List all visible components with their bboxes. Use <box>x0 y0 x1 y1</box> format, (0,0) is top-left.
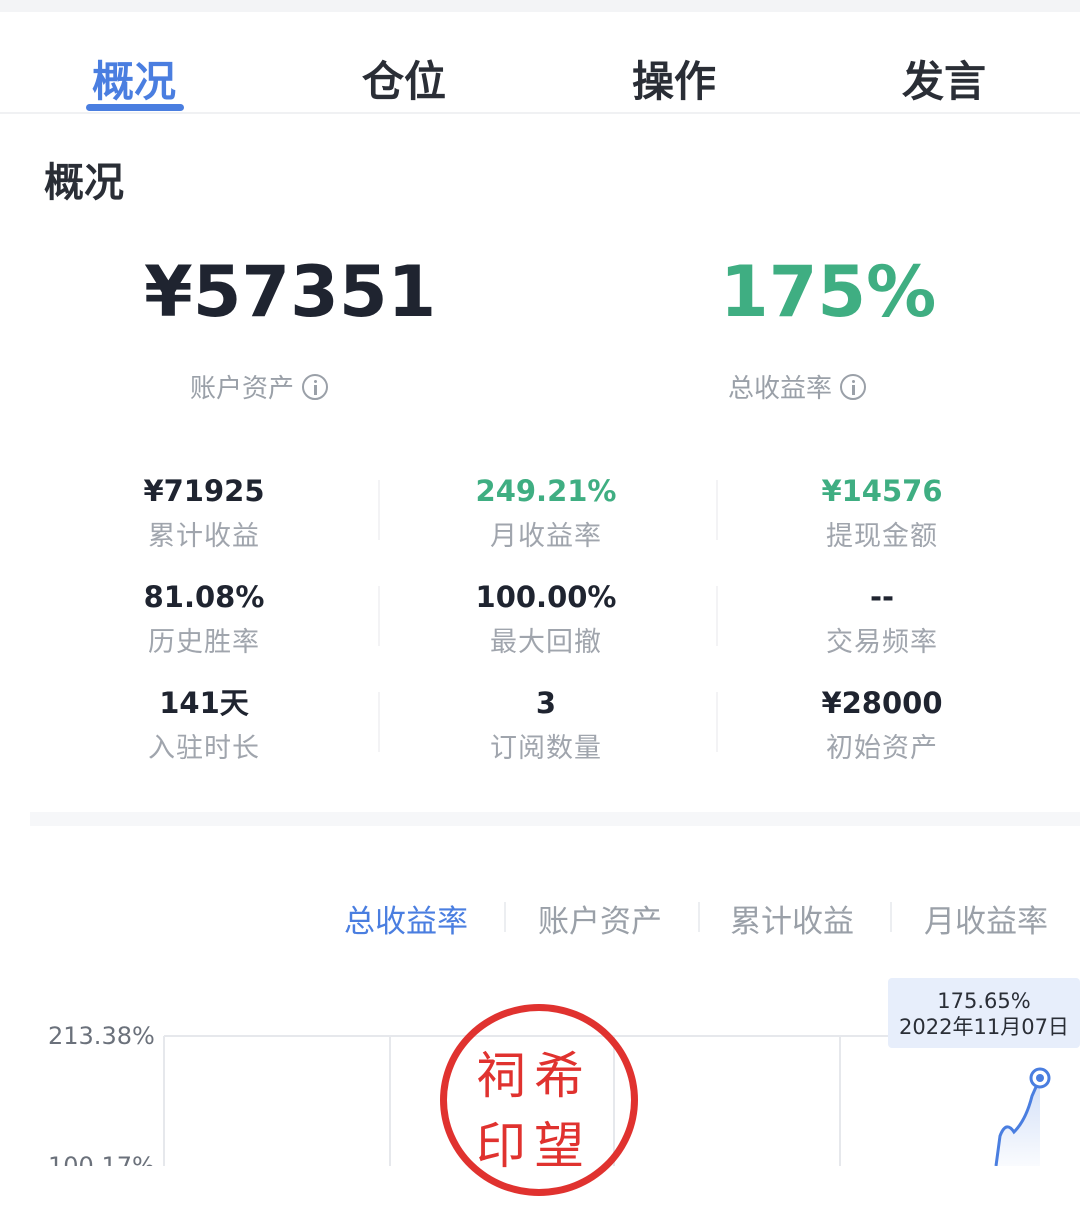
seal-text-bottom: 印望 <box>476 1117 592 1175</box>
stat-label: 交易频率 <box>826 627 938 658</box>
account-assets-label: 账户资产 <box>190 368 329 405</box>
top-tab-bar: 概况 仓位 操作 发言 <box>0 12 1080 114</box>
stat-label: 提现金额 <box>826 521 938 552</box>
status-strip <box>0 0 1080 12</box>
stat-value: 141天 <box>159 686 249 720</box>
stat-initial-assets: ¥28000 初始资产 <box>762 686 1002 765</box>
stat-value: 81.08% <box>143 580 265 614</box>
stat-value: 100.00% <box>475 580 617 614</box>
total-return-value: 175% <box>720 251 937 333</box>
tab-positions[interactable]: 仓位 <box>362 48 446 109</box>
total-return-label-text: 总收益率 <box>728 374 833 404</box>
tooltip-value: 175.65% <box>937 989 1031 1013</box>
stat-label: 入驻时长 <box>148 733 260 764</box>
divider <box>890 902 892 932</box>
stat-value: ¥14576 <box>821 474 943 508</box>
stat-withdrawal: ¥14576 提现金额 <box>762 474 1002 553</box>
seal-text-top: 祠希 <box>476 1047 592 1105</box>
y-tick-label: 100.17% <box>48 1152 155 1166</box>
tab-operations[interactable]: 操作 <box>632 48 716 109</box>
stat-tenure: 141天 入驻时长 <box>84 686 324 765</box>
chart-tab-total-return[interactable]: 总收益率 <box>344 896 468 941</box>
chart-tab-monthly-return[interactable]: 月收益率 <box>924 896 1048 941</box>
stat-trade-frequency: -- 交易频率 <box>762 580 1002 659</box>
divider <box>716 586 718 646</box>
stat-win-rate: 81.08% 历史胜率 <box>84 580 324 659</box>
data-point-center <box>1036 1074 1044 1082</box>
stat-value: 249.21% <box>475 474 617 508</box>
stat-value: -- <box>869 580 895 614</box>
y-tick-label: 213.38% <box>48 1022 155 1050</box>
divider <box>378 586 380 646</box>
divider <box>378 480 380 540</box>
stat-monthly-return: 249.21% 月收益率 <box>426 474 666 553</box>
section-separator <box>30 812 1080 826</box>
stat-value: ¥28000 <box>821 686 943 720</box>
chart-tooltip: 175.65% 2022年11月07日 <box>888 978 1080 1048</box>
stat-label: 最大回撤 <box>490 627 602 658</box>
divider <box>698 902 700 932</box>
account-assets-label-text: 账户资产 <box>190 374 295 404</box>
total-return-label: 总收益率 <box>728 368 867 405</box>
stat-label: 初始资产 <box>826 733 938 764</box>
account-assets-value: ¥57351 <box>144 251 437 333</box>
tab-overview[interactable]: 概况 <box>92 48 176 109</box>
section-title: 概况 <box>44 160 124 206</box>
stat-value: ¥71925 <box>143 474 265 508</box>
info-icon[interactable] <box>302 373 329 400</box>
chart-tab-assets[interactable]: 账户资产 <box>538 896 662 941</box>
stat-subscriptions: 3 订阅数量 <box>426 686 666 765</box>
tooltip-date: 2022年11月07日 <box>899 1015 1069 1039</box>
info-icon[interactable] <box>840 373 867 400</box>
stat-cumulative-profit: ¥71925 累计收益 <box>84 474 324 553</box>
divider <box>716 692 718 752</box>
stat-value: 3 <box>535 686 557 720</box>
chart-tab-cumulative-profit[interactable]: 累计收益 <box>730 896 854 941</box>
stat-label: 累计收益 <box>148 521 260 552</box>
stat-label: 订阅数量 <box>490 733 602 764</box>
stat-label: 月收益率 <box>490 521 602 552</box>
active-tab-indicator <box>86 104 184 111</box>
stat-max-drawdown: 100.00% 最大回撤 <box>426 580 666 659</box>
tab-posts[interactable]: 发言 <box>902 48 986 109</box>
divider <box>716 480 718 540</box>
stat-label: 历史胜率 <box>148 627 260 658</box>
divider <box>378 692 380 752</box>
divider <box>504 902 506 932</box>
